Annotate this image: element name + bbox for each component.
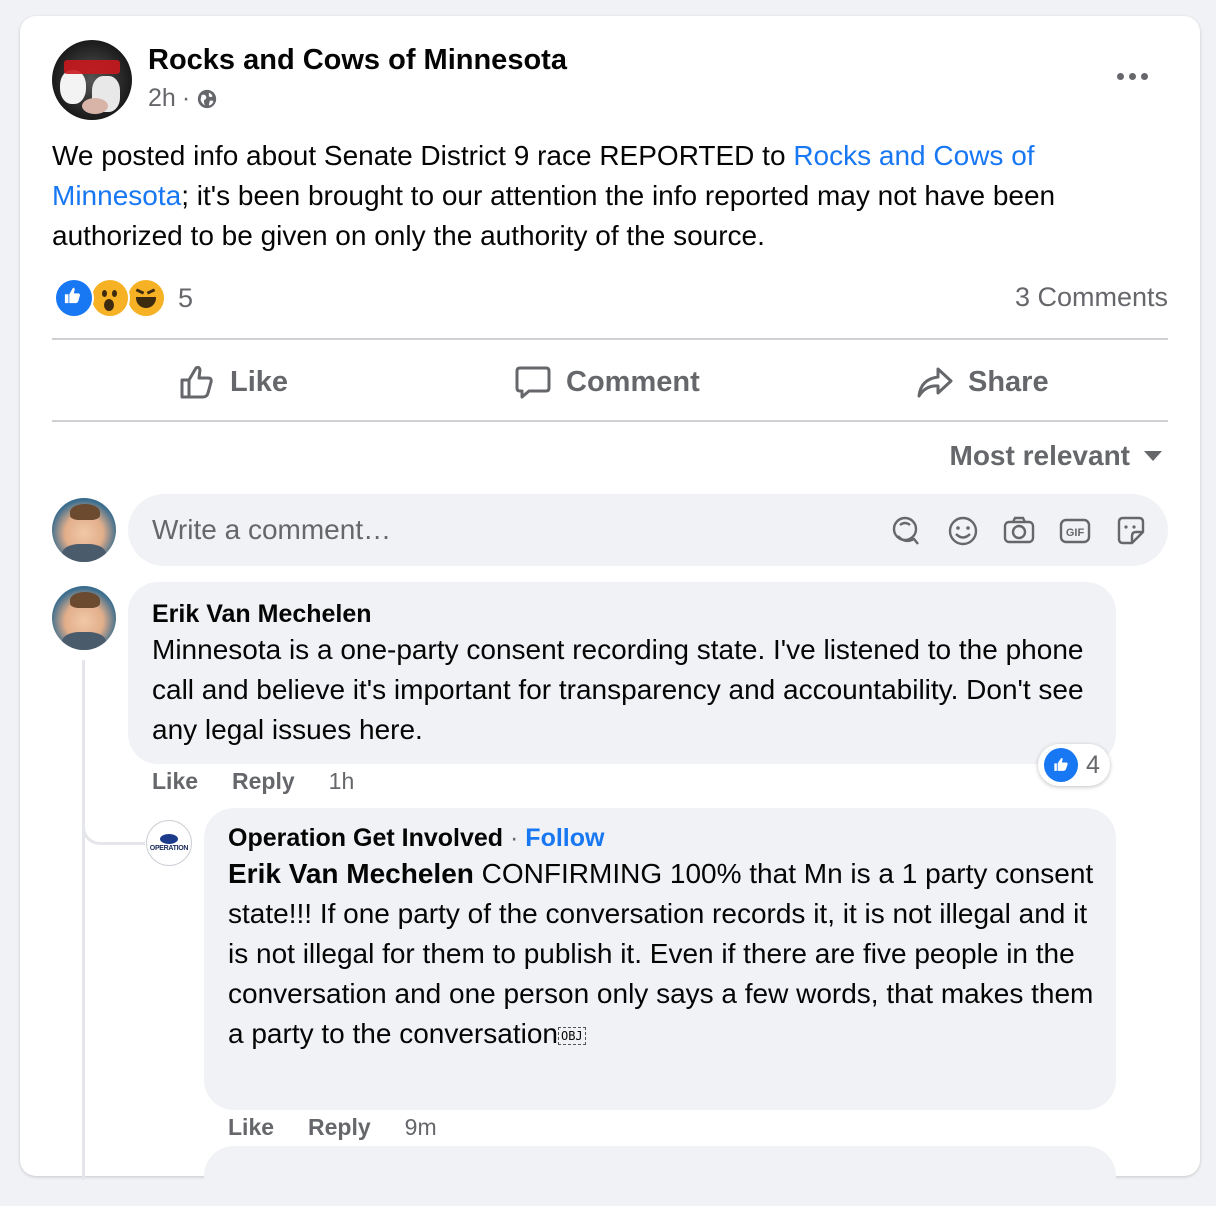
- comment-reaction-badge[interactable]: 4: [1038, 744, 1110, 786]
- comment-label: Comment: [566, 365, 700, 398]
- post-meta: 2h ·: [148, 84, 218, 113]
- reply-mention[interactable]: Erik Van Mechelen: [228, 858, 474, 889]
- like-button[interactable]: Like: [178, 362, 288, 402]
- page-avatar[interactable]: [52, 40, 132, 120]
- reply-text: Erik Van Mechelen CONFIRMING 100% that M…: [228, 854, 1098, 1054]
- sort-label: Most relevant: [949, 440, 1131, 471]
- share-button[interactable]: Share: [916, 362, 1049, 402]
- comment-input[interactable]: Write a comment… GIF: [128, 494, 1168, 566]
- more-icon[interactable]: [1114, 66, 1150, 86]
- reply-author-avatar[interactable]: OPERATION: [146, 820, 192, 866]
- sticker-icon[interactable]: [1114, 514, 1148, 548]
- reactions-summary[interactable]: 5: [54, 278, 193, 318]
- gif-icon[interactable]: GIF: [1058, 514, 1092, 548]
- reply-author[interactable]: Operation Get Involved: [228, 824, 503, 852]
- post-text-after: ; it's been brought to our attention the…: [52, 180, 1056, 251]
- comment-actions: Like Reply 1h: [152, 768, 354, 795]
- globe-icon: [197, 89, 217, 108]
- divider-bottom: [52, 420, 1168, 422]
- post-card: Rocks and Cows of Minnesota 2h · We post…: [20, 16, 1200, 1206]
- comment-text: Minnesota is a one-party consent recordi…: [152, 634, 1084, 745]
- like-reaction-icon: [54, 278, 94, 318]
- comment-author-avatar[interactable]: [52, 586, 116, 650]
- comment-reaction-count: 4: [1086, 750, 1100, 779]
- post-time[interactable]: 2h: [148, 84, 176, 113]
- thumbs-up-icon: [180, 365, 213, 399]
- reply-separator: ·: [510, 824, 519, 852]
- sort-dropdown[interactable]: Most relevant: [949, 440, 1162, 472]
- post-text: We posted info about Senate District 9 r…: [52, 136, 1152, 256]
- comment-reply-button[interactable]: Reply: [232, 768, 295, 795]
- follow-button[interactable]: Follow: [525, 824, 604, 852]
- comment-time[interactable]: 1h: [329, 768, 355, 795]
- meta-separator: ·: [181, 84, 191, 112]
- reply-like-button[interactable]: Like: [228, 1114, 274, 1141]
- object-placeholder: OBJ: [557, 1026, 586, 1045]
- reply-header: Operation Get Involved · Follow: [228, 824, 604, 853]
- next-reply-bubble: [204, 1146, 1116, 1206]
- like-reaction-icon: [1044, 748, 1078, 782]
- thread-line: [82, 660, 85, 1180]
- avatar-sticker-icon[interactable]: [890, 514, 924, 548]
- share-icon: [917, 367, 953, 398]
- divider-top: [52, 338, 1168, 340]
- reply-time[interactable]: 9m: [405, 1114, 437, 1141]
- haha-reaction-icon: [126, 278, 166, 318]
- reply-reply-button[interactable]: Reply: [308, 1114, 371, 1141]
- comment-author[interactable]: Erik Van Mechelen: [152, 600, 372, 629]
- comments-count[interactable]: 3 Comments: [1015, 282, 1168, 313]
- comment-bubble: Erik Van Mechelen Minnesota is a one-par…: [128, 582, 1116, 764]
- comment-input-placeholder: Write a comment…: [152, 514, 392, 545]
- share-label: Share: [968, 365, 1049, 398]
- comment-icon: [515, 366, 551, 399]
- reaction-count[interactable]: 5: [178, 283, 193, 314]
- svg-text:GIF: GIF: [1066, 527, 1085, 539]
- wow-reaction-icon: [90, 278, 130, 318]
- reply-actions: Like Reply 9m: [228, 1114, 437, 1141]
- reply-bubble: Operation Get Involved · Follow Erik Van…: [204, 808, 1116, 1110]
- post-text-before: We posted info about Senate District 9 r…: [52, 140, 794, 171]
- emoji-icon[interactable]: [946, 514, 980, 548]
- current-user-avatar[interactable]: [52, 498, 116, 562]
- page-name[interactable]: Rocks and Cows of Minnesota: [148, 44, 567, 77]
- comment-like-button[interactable]: Like: [152, 768, 198, 795]
- camera-icon[interactable]: [1002, 514, 1036, 548]
- comment-button[interactable]: Comment: [514, 362, 700, 402]
- like-label: Like: [230, 365, 289, 398]
- caret-down-icon: [1144, 451, 1162, 461]
- thread-connector: [82, 806, 145, 845]
